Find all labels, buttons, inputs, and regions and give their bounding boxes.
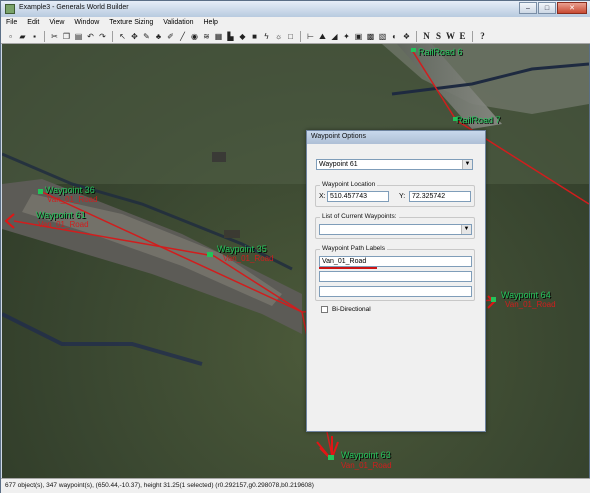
compass-north-button[interactable]: N [421, 31, 432, 42]
window-title: Example3 - Generals World Builder [19, 4, 129, 11]
paste-icon[interactable]: ▤ [73, 31, 84, 42]
y-coordinate-field[interactable]: 72.325742 [409, 191, 471, 202]
select-icon[interactable]: ↖ [117, 31, 128, 42]
grid-icon[interactable]: ▩ [365, 31, 376, 42]
image-icon[interactable]: ▧ [377, 31, 388, 42]
waypoint-64-label: Waypoint 64 [501, 290, 551, 300]
chevron-down-icon[interactable]: ▼ [461, 225, 471, 234]
brush-icon[interactable]: ✎ [141, 31, 152, 42]
fill-icon[interactable]: ◆ [237, 31, 248, 42]
toolbar-separator [44, 30, 45, 42]
waypoint-36-path: Van_01_Road [47, 195, 98, 204]
waypoint-options-dialog: Waypoint Options Waypoint 61 ▼ Waypoint … [306, 130, 486, 432]
border-icon[interactable]: ▣ [353, 31, 364, 42]
path-labels-title: Waypoint Path Labels [320, 245, 387, 252]
railroad-7-label: RailRoad 7 [456, 115, 501, 125]
waypoint-63-path: Van_01_Road [341, 461, 392, 470]
path-labels-group: Waypoint Path Labels Van_01_Road [315, 245, 475, 301]
current-waypoints-group: List of Current Waypoints: ▼ [315, 213, 475, 239]
waypoint-icon[interactable]: ◉ [189, 31, 200, 42]
waypoint-61-label: Waypoint 61 [36, 210, 86, 220]
x-coordinate-field[interactable]: 510.457743 [327, 191, 389, 202]
grove-icon[interactable]: ♣ [153, 31, 164, 42]
new-icon[interactable]: ▫ [5, 31, 16, 42]
window-controls: – □ ✕ [519, 2, 587, 14]
scorch-icon[interactable]: ✦ [341, 31, 352, 42]
rect-icon[interactable]: □ [285, 31, 296, 42]
menu-texture-sizing[interactable]: Texture Sizing [104, 17, 158, 29]
waypoint-35-label: Waypoint 35 [217, 244, 267, 254]
undo-icon[interactable]: ↶ [85, 31, 96, 42]
road-icon[interactable]: ╱ [177, 31, 188, 42]
waypoint-63-label: Waypoint 63 [341, 450, 391, 460]
terrain-render [2, 44, 589, 460]
app-icon [5, 4, 15, 14]
waypoint-location-group: Waypoint Location X: 510.457743 Y: 72.32… [315, 181, 475, 207]
waypoint-61-path: Van_01_Road [38, 220, 89, 229]
ramp-icon[interactable]: ◢ [329, 31, 340, 42]
toolbar-separator [416, 30, 417, 42]
title-bar[interactable]: Example3 - Generals World Builder – □ ✕ [1, 1, 590, 17]
mesh-icon[interactable]: ▦ [213, 31, 224, 42]
waypoint-36-label: Waypoint 36 [45, 185, 95, 195]
path-label-field-2[interactable] [319, 271, 472, 282]
toolbar-separator [112, 30, 113, 42]
path-label-field-3[interactable] [319, 286, 472, 297]
close-button[interactable]: ✕ [557, 2, 587, 14]
maximize-button[interactable]: □ [538, 2, 556, 14]
railroad-6-label: RailRoad 6 [418, 47, 463, 57]
move-icon[interactable]: ✥ [129, 31, 140, 42]
build-list-icon[interactable]: ⊢ [305, 31, 316, 42]
help-icon[interactable]: ? [477, 31, 488, 42]
map-viewport[interactable]: RailRoad 6 RailRoad 7 Waypoint 36 Van_01… [2, 44, 589, 478]
bidirectional-checkbox[interactable] [321, 306, 328, 313]
toolbar-separator [300, 30, 301, 42]
lightning-icon[interactable]: ϟ [261, 31, 272, 42]
current-waypoints-title: List of Current Waypoints: [320, 213, 399, 220]
waypoint-name-value: Waypoint 61 [319, 161, 358, 168]
path-label-field-1[interactable]: Van_01_Road [319, 256, 472, 267]
redo-icon[interactable]: ↷ [97, 31, 108, 42]
light-icon[interactable]: ☼ [273, 31, 284, 42]
open-icon[interactable]: ▰ [17, 31, 28, 42]
minimize-button[interactable]: – [519, 2, 537, 14]
menu-validation[interactable]: Validation [158, 17, 198, 29]
dialog-title[interactable]: Waypoint Options [307, 131, 485, 144]
compass-south-button[interactable]: S [433, 31, 444, 42]
square-icon[interactable]: ■ [249, 31, 260, 42]
menu-bar: File Edit View Window Texture Sizing Val… [1, 17, 590, 29]
current-waypoints-combo[interactable]: ▼ [319, 224, 472, 235]
copy-icon[interactable]: ❐ [61, 31, 72, 42]
waypoint-64-path: Van_01_Road [505, 300, 556, 309]
app-window: Example3 - Generals World Builder – □ ✕ … [0, 0, 590, 493]
toolbar: ▫ ▰ ▪ ✂ ❐ ▤ ↶ ↷ ↖ ✥ ✎ ♣ ✐ ╱ ◉ ≋ ▦ ▙ ◆ ■ … [1, 29, 590, 44]
feather-icon[interactable]: ✐ [165, 31, 176, 42]
annotation-underline [319, 267, 377, 269]
flatten-icon[interactable]: ▙ [225, 31, 236, 42]
save-icon[interactable]: ▪ [29, 31, 40, 42]
waypoint-35-path: Van_01_Road [223, 254, 274, 263]
menu-help[interactable]: Help [199, 17, 223, 29]
cut-icon[interactable]: ✂ [49, 31, 60, 42]
water-icon[interactable]: ≋ [201, 31, 212, 42]
menu-view[interactable]: View [44, 17, 69, 29]
compass-west-button[interactable]: W [445, 31, 456, 42]
menu-file[interactable]: File [1, 17, 22, 29]
waypoint-location-title: Waypoint Location [320, 181, 378, 188]
compass-east-button[interactable]: E [457, 31, 468, 42]
y-label: Y: [399, 193, 406, 200]
waypoint-name-combo[interactable]: Waypoint 61 ▼ [316, 159, 473, 170]
terrain-icon[interactable]: ⛰ [317, 31, 328, 42]
camera-icon[interactable]: ◐ [389, 31, 400, 42]
bidirectional-label: Bi-Directional [332, 306, 371, 313]
x-label: X: [319, 193, 326, 200]
menu-window[interactable]: Window [69, 17, 104, 29]
toolbar-separator [472, 30, 473, 42]
chevron-down-icon[interactable]: ▼ [462, 160, 472, 169]
object-icon[interactable]: ❖ [401, 31, 412, 42]
status-bar: 677 object(s), 347 waypoint(s), (650.44,… [1, 478, 590, 493]
menu-edit[interactable]: Edit [22, 17, 44, 29]
